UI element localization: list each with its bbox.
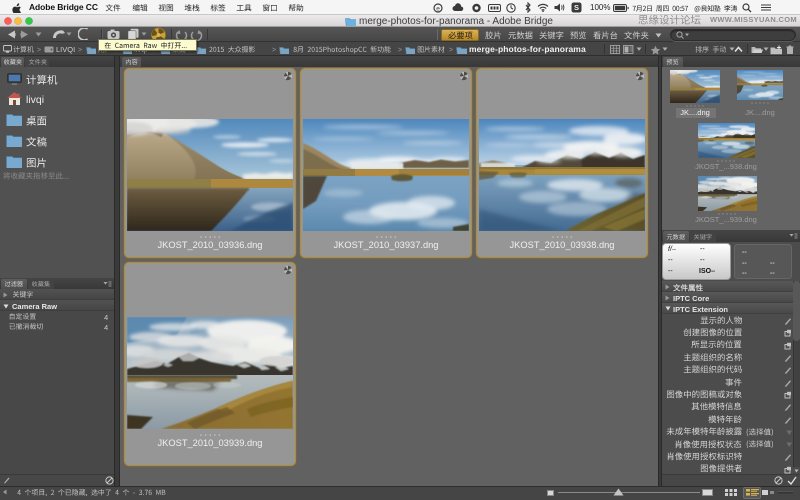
svg-text:S: S <box>574 3 579 12</box>
svg-text:e: e <box>436 5 440 12</box>
